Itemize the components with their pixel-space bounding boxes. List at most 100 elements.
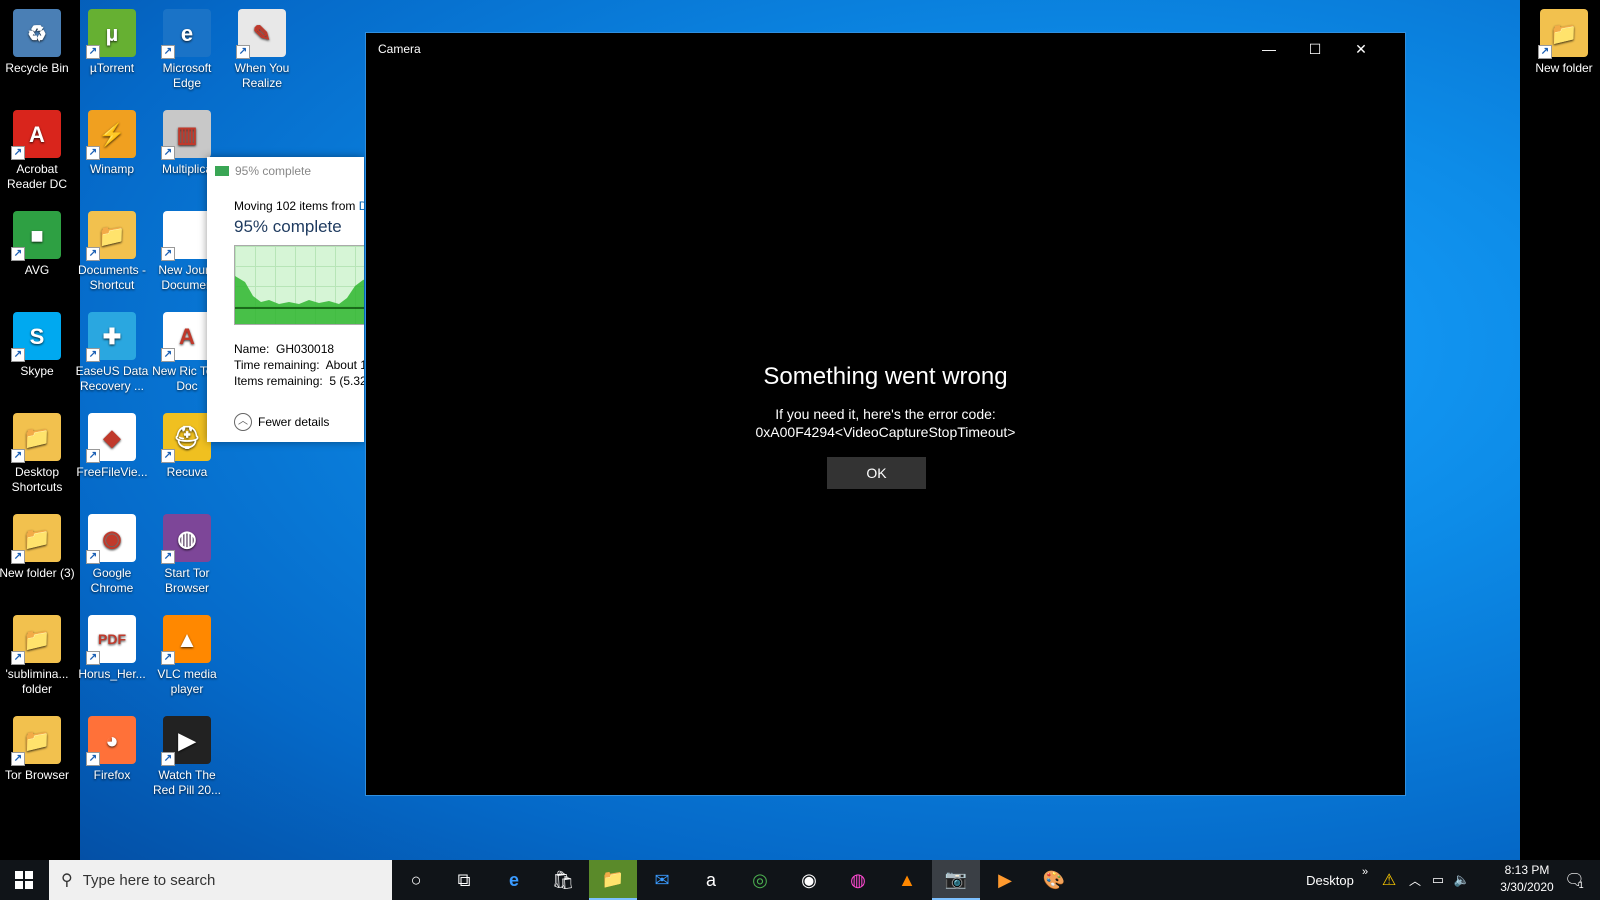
- windows-logo-svg: [15, 871, 33, 889]
- winamp-icon: ⚡ ↗: [86, 110, 136, 160]
- source-link[interactable]: D: [359, 199, 364, 213]
- file-transfer-icon: [215, 166, 229, 176]
- minimize-button[interactable]: —: [1246, 33, 1292, 65]
- desktop-icon-label: Recycle Bin: [5, 61, 69, 75]
- taskbar-search-box[interactable]: ⚲ Type here to search: [49, 860, 392, 900]
- file-explorer-icon[interactable]: 📁: [589, 860, 637, 900]
- chevron-up-icon[interactable]: ︿: [1404, 860, 1426, 900]
- desktop-icon[interactable]: PDF ↗ Horus_Her...: [74, 609, 150, 682]
- desktop-icon[interactable]: 📁 ↗'sublimina... folder: [0, 609, 75, 697]
- desktop-icon-label: New folder (3): [0, 566, 75, 580]
- name-row: Name: GH030018: [234, 341, 364, 357]
- desktop-icon[interactable]: ⚡ ↗ Winamp: [74, 104, 150, 177]
- volume-icon[interactable]: 🔈: [1450, 860, 1474, 900]
- speed-graph-area: [235, 276, 364, 324]
- firefox-icon: ◕ ↗: [86, 716, 136, 766]
- taskbar: ⚲ Type here to search ○ ⧉ e 🛍 📁 ✉ a ◎ ◉ …: [0, 860, 1600, 900]
- task-view-icon[interactable]: ⧉: [440, 860, 488, 900]
- right-black-bar: [1520, 0, 1600, 860]
- desktop-icon[interactable]: ◉ ↗ Google Chrome: [74, 508, 150, 596]
- shortcut-arrow-icon: ↗: [161, 449, 175, 463]
- error-code: 0xA00F4294<VideoCaptureStopTimeout>: [755, 424, 1016, 440]
- desktop-icon[interactable]: 📁 ↗ New folder: [1526, 3, 1600, 76]
- media-app-icon[interactable]: ◉: [785, 860, 833, 900]
- desktop-icon[interactable]: ◍ ↗ Start Tor Browser: [149, 508, 225, 596]
- shortcut-arrow-icon: ↗: [161, 247, 175, 261]
- color-app-icon[interactable]: ◍: [834, 860, 882, 900]
- amazon-icon[interactable]: a: [687, 860, 735, 900]
- paint-icon[interactable]: 🎨: [1030, 860, 1078, 900]
- desktop-icon[interactable]: 📁 ↗ Tor Browser: [0, 710, 75, 783]
- fewer-details-label: Fewer details: [258, 415, 330, 429]
- store-icon[interactable]: 🛍: [539, 860, 587, 900]
- desktop-icon[interactable]: ◆ ↗ FreeFileVie...: [74, 407, 150, 480]
- desktop-icon[interactable]: S ↗ Skype: [0, 306, 75, 379]
- desktop-icon-label: Google Chrome: [90, 566, 134, 595]
- shortcut-arrow-icon: ↗: [11, 348, 25, 362]
- desktop-icon[interactable]: ♻ Recycle Bin: [0, 3, 75, 76]
- desktop-toolbar-label[interactable]: Desktop: [1300, 860, 1360, 900]
- video-player-icon[interactable]: ▶: [981, 860, 1029, 900]
- desktop-icon[interactable]: 📁 ↗ Documents - Shortcut: [74, 205, 150, 293]
- desktop-icon-label: Firefox: [93, 768, 131, 782]
- desktop-icon-label: Documents - Shortcut: [77, 263, 147, 292]
- desktop-icon[interactable]: µ ↗ µTorrent: [74, 3, 150, 76]
- shortcut-arrow-icon: ↗: [11, 550, 25, 564]
- desktop-icon[interactable]: ▲ ↗ VLC media player: [149, 609, 225, 697]
- tripadvisor-icon[interactable]: ◎: [736, 860, 784, 900]
- vlc-icon: ▲ ↗: [161, 615, 211, 665]
- time-value: About 1: [325, 358, 364, 372]
- mail-icon[interactable]: ✉: [638, 860, 686, 900]
- folder-icon: 📁 ↗: [11, 615, 61, 665]
- edge-taskbar-icon[interactable]: e: [490, 860, 538, 900]
- freefileviewer-icon: ◆ ↗: [86, 413, 136, 463]
- desktop-icon-label: When You Realize: [234, 61, 290, 90]
- windows-start-icon[interactable]: [0, 860, 48, 900]
- desktop-icon[interactable]: e ↗ Microsoft Edge: [149, 3, 225, 91]
- close-button[interactable]: ✕: [1338, 33, 1384, 65]
- ok-button[interactable]: OK: [827, 457, 926, 489]
- items-label: Items remaining:: [234, 374, 323, 388]
- desktop-icon-label: Acrobat Reader DC: [6, 162, 68, 191]
- desktop-icon[interactable]: ▶ ↗ Watch The Red Pill 20...: [149, 710, 225, 798]
- camera-taskbar-icon[interactable]: 📷: [932, 860, 980, 900]
- pdf-icon: PDF ↗: [86, 615, 136, 665]
- desktop-icon[interactable]: ◕ ↗ Firefox: [74, 710, 150, 783]
- desktop-icon[interactable]: ✚ ↗ EaseUS Data Recovery ...: [74, 306, 150, 394]
- error-title: Something went wrong: [763, 363, 1008, 390]
- document-icon: ✎ ↗: [236, 9, 286, 59]
- folder-icon: 📁 ↗: [11, 413, 61, 463]
- shortcut-arrow-icon: ↗: [11, 449, 25, 463]
- desktop-icon-label: Microsoft Edge: [162, 61, 212, 90]
- battery-icon[interactable]: ▭: [1426, 860, 1450, 900]
- desktop-icon[interactable]: ■ ↗ AVG: [0, 205, 75, 278]
- desktop-icon[interactable]: A ↗ Acrobat Reader DC: [0, 104, 75, 192]
- camera-window-title: Camera: [378, 42, 421, 56]
- tor-icon: ◍ ↗: [161, 514, 211, 564]
- file-move-progress-dialog[interactable]: 95% complete Moving 102 items from D 95%…: [207, 157, 364, 442]
- items-remaining-row: Items remaining: 5 (5.32: [234, 373, 364, 389]
- notification-center-icon[interactable]: 🗨 1: [1554, 860, 1594, 900]
- toolbar-chevron[interactable]: »: [1358, 852, 1372, 892]
- progress-dialog-titlebar[interactable]: 95% complete: [207, 157, 364, 185]
- maximize-button[interactable]: ☐: [1292, 33, 1338, 65]
- desktop-icon[interactable]: ✎ ↗ When You Realize: [224, 3, 300, 91]
- shortcut-arrow-icon: ↗: [86, 651, 100, 665]
- fewer-details-button[interactable]: ︿ Fewer details: [234, 413, 329, 431]
- shortcut-arrow-icon: ↗: [86, 550, 100, 564]
- desktop-icon[interactable]: 📁 ↗ Desktop Shortcuts: [0, 407, 75, 495]
- acrobat-icon: A ↗: [11, 110, 61, 160]
- shortcut-arrow-icon: ↗: [11, 651, 25, 665]
- rich-text-icon: A ↗: [161, 312, 211, 362]
- document-icon: ↗: [161, 211, 211, 261]
- moving-items-text: Moving 102 items from D: [207, 199, 364, 213]
- shortcut-arrow-icon: ↗: [161, 651, 175, 665]
- error-description: If you need it, here's the error code:: [775, 406, 996, 422]
- desktop-icon[interactable]: 📁 ↗ New folder (3): [0, 508, 75, 581]
- cortana-icon[interactable]: ○: [392, 860, 440, 900]
- folder-icon: 📁 ↗: [86, 211, 136, 261]
- chrome-icon: ◉ ↗: [86, 514, 136, 564]
- vlc-taskbar-icon[interactable]: ▲: [883, 860, 931, 900]
- warning-icon[interactable]: ⚠: [1374, 860, 1404, 900]
- desktop-icon-label: Watch The Red Pill 20...: [152, 768, 222, 797]
